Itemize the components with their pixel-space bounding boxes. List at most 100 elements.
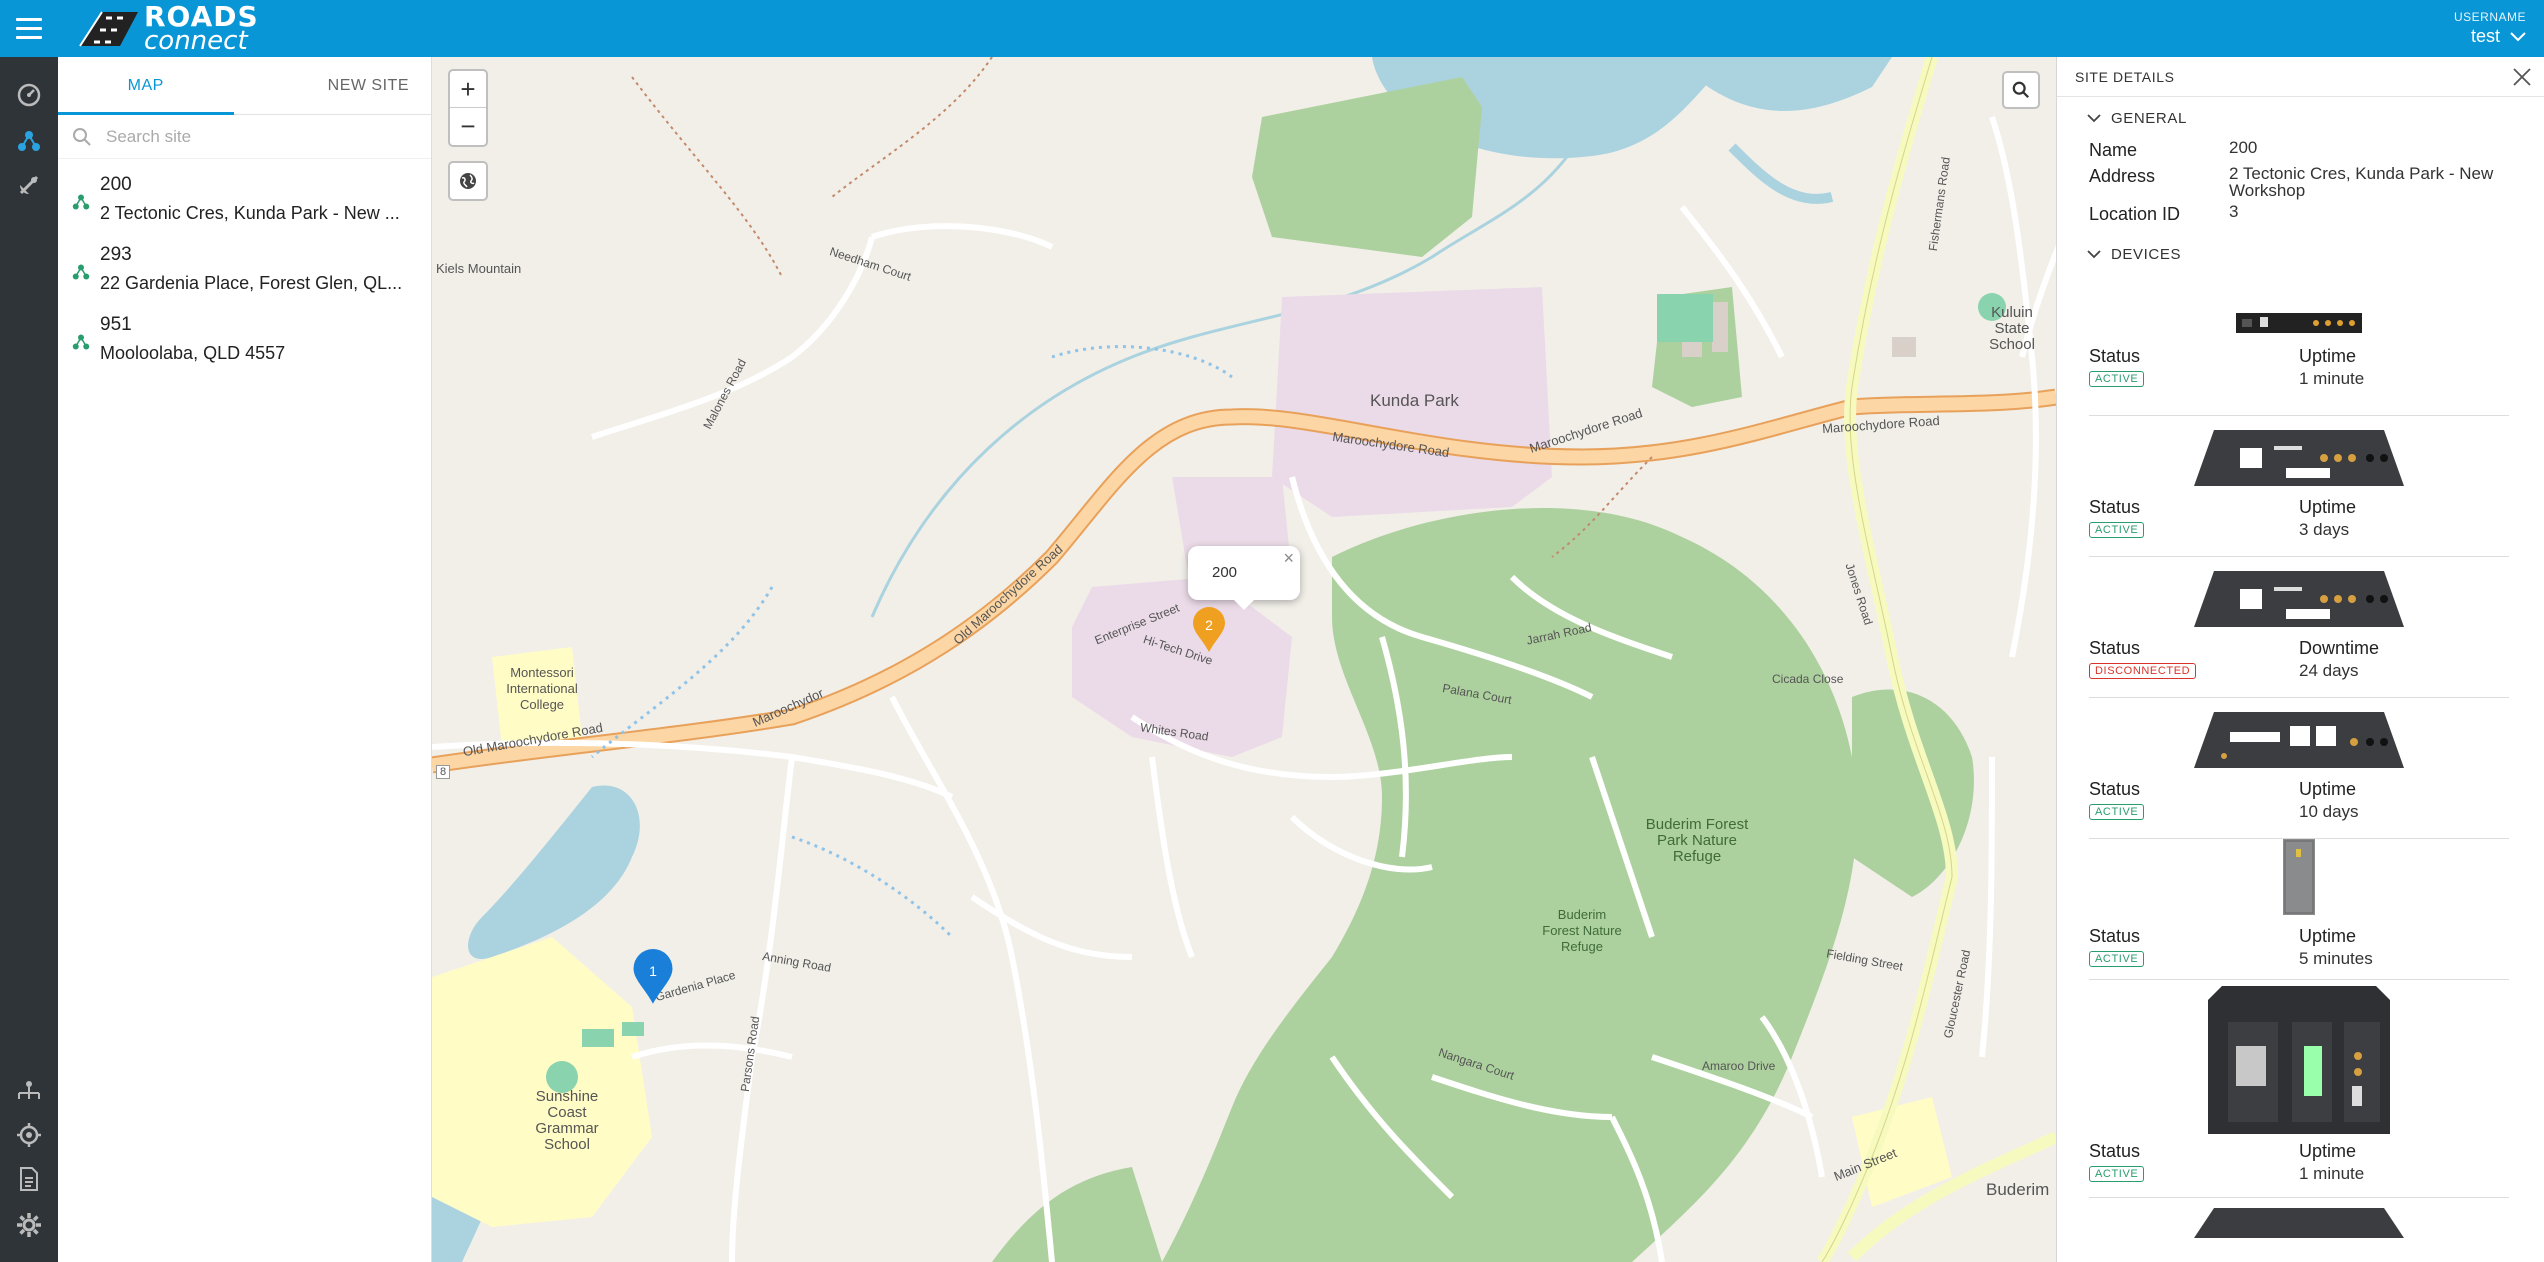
network-icon[interactable] (0, 1069, 58, 1113)
details-header: SITE DETAILS (2057, 57, 2544, 97)
status-badge: ACTIVE (2089, 951, 2145, 967)
device-card[interactable]: Status DISCONNECTED Downtime 24 days (2089, 557, 2509, 698)
gear-icon[interactable] (0, 1203, 58, 1247)
zoom-control: + − (448, 69, 488, 147)
popup-text: 200 (1212, 564, 1238, 581)
dashboard-icon[interactable] (0, 73, 58, 117)
map-marker-1[interactable]: 1 (632, 949, 674, 1005)
device-card[interactable]: Status ACTIVE Uptime 10 days (2089, 698, 2509, 839)
status-label: Status (2089, 779, 2141, 799)
sites-icon[interactable] (0, 119, 58, 163)
name-label: Name (2089, 140, 2138, 160)
device-image (2089, 1198, 2509, 1238)
map-label-kiels-mountain: Kiels Mountain (436, 261, 522, 276)
chevron-down-icon[interactable] (2510, 31, 2526, 42)
device-image (2089, 698, 2509, 772)
metric-label: Downtime (2299, 638, 2380, 658)
document-icon[interactable] (0, 1157, 58, 1201)
list-item[interactable]: 951 Mooloolaba, QLD 4557 (58, 303, 431, 373)
site-id: 293 (100, 244, 132, 265)
metric-value: 24 days (2299, 661, 2359, 680)
roads-connect-logo[interactable]: ROADS connect (76, 0, 259, 57)
site-list: 200 2 Tectonic Cres, Kunda Park - New ...… (58, 159, 431, 373)
list-item[interactable]: 200 2 Tectonic Cres, Kunda Park - New ... (58, 163, 431, 233)
chevron-down-icon (2087, 114, 2101, 123)
site-id: 951 (100, 314, 132, 335)
site-list-panel: MAP NEW SITE 200 2 Tectonic Cres, Kunda P… (58, 57, 432, 1262)
device-card[interactable] (2089, 1198, 2509, 1258)
map-label-amaroo-drive: Amaroo Drive (1702, 1059, 1776, 1073)
map-label-buderim-forest-nature: Buderim Forest Nature Refuge (1542, 907, 1622, 954)
search-input[interactable] (106, 126, 406, 147)
map-marker-2[interactable]: 2 (1192, 607, 1226, 653)
status-label: Status (2089, 346, 2141, 366)
general-label: GENERAL (2111, 109, 2187, 127)
site-id: 200 (100, 174, 132, 195)
map-search-button[interactable] (2002, 71, 2040, 109)
device-card[interactable]: Status ACTIVE Uptime 1 minute (2089, 980, 2509, 1198)
location-id-label: Location ID (2089, 204, 2181, 224)
metric-value: 1 minute (2299, 369, 2365, 388)
map-label-sunshine-coast: Sunshine Coast Grammar School (535, 1088, 599, 1153)
metric-value: 10 days (2299, 802, 2359, 821)
status-badge: ACTIVE (2089, 522, 2145, 538)
user-menu[interactable]: USERNAME test (2454, 10, 2526, 47)
panel-tabs: MAP NEW SITE (58, 57, 431, 115)
chevron-down-icon (2087, 250, 2101, 259)
metric-label: Uptime (2299, 346, 2357, 366)
site-icon (72, 241, 100, 297)
devices-label: DEVICES (2111, 245, 2182, 263)
hamburger-menu-icon[interactable] (0, 0, 58, 57)
status-badge: ACTIVE (2089, 804, 2145, 820)
devices-section-toggle[interactable]: DEVICES (2057, 233, 2544, 275)
general-fields: Name 200 Address 2 Tectonic Cres, Kunda … (2057, 139, 2544, 237)
icon-rail (0, 57, 58, 1262)
device-image (2089, 416, 2509, 490)
metric-value: 3 days (2299, 520, 2350, 539)
general-section-toggle[interactable]: GENERAL (2057, 97, 2544, 139)
search-icon (2012, 81, 2029, 98)
tab-map[interactable]: MAP (58, 57, 234, 115)
tab-new-site[interactable]: NEW SITE (234, 57, 432, 114)
metric-value: 1 minute (2299, 1164, 2365, 1183)
status-badge: ACTIVE (2089, 371, 2145, 387)
map-label-buderim: Buderim (1986, 1180, 2050, 1199)
map-label-montessori: Montessori International College (506, 665, 578, 712)
map-label-kuluin: Kuluin State School (1989, 304, 2035, 353)
device-image (2089, 557, 2509, 631)
map-label-kunda-park: Kunda Park (1370, 391, 1459, 410)
site-details-panel: SITE DETAILS GENERAL Name 200 Address 2 … (2056, 57, 2544, 1262)
marker-label: 2 (1205, 617, 1213, 633)
status-label: Status (2089, 926, 2141, 946)
marker-label: 1 (649, 963, 657, 979)
logo-line2: connect (144, 26, 248, 56)
status-badge: DISCONNECTED (2089, 663, 2197, 679)
globe-icon (460, 173, 476, 189)
device-card[interactable]: Status ACTIVE Uptime 3 days (2089, 416, 2509, 557)
zoom-out-button[interactable]: − (450, 108, 486, 145)
address-label: Address (2089, 166, 2156, 186)
location-target-icon[interactable] (0, 1113, 58, 1157)
device-image (2089, 275, 2509, 339)
user-label: USERNAME (2453, 10, 2526, 24)
globe-button[interactable] (448, 161, 488, 201)
device-card[interactable]: Status ACTIVE Uptime 1 minute (2089, 275, 2509, 416)
details-title: SITE DETAILS (2075, 68, 2175, 85)
top-bar: ROADS connect USERNAME test (0, 0, 2544, 57)
device-card[interactable]: Status ACTIVE Uptime 5 minutes (2089, 839, 2509, 980)
map-view[interactable]: Kunda Park Maroochydore Road Maroochydor… (432, 57, 2056, 1262)
zoom-in-button[interactable]: + (450, 71, 486, 108)
metric-label: Uptime (2299, 779, 2357, 799)
close-icon[interactable] (2512, 67, 2532, 87)
metric-value: 5 minutes (2299, 949, 2373, 968)
list-item[interactable]: 293 22 Gardenia Place, Forest Glen, QL... (58, 233, 431, 303)
satellite-dish-icon[interactable] (0, 163, 58, 207)
user-name: test (2470, 26, 2500, 46)
device-image (2089, 839, 2509, 919)
status-label: Status (2089, 497, 2141, 517)
road-logo-icon (79, 10, 138, 47)
popup-close-icon[interactable]: × (1283, 548, 1294, 569)
name-value: 200 (2229, 138, 2258, 157)
location-id-value: 3 (2229, 202, 2239, 221)
map-label-cicada-close: Cicada Close (1772, 672, 1844, 686)
